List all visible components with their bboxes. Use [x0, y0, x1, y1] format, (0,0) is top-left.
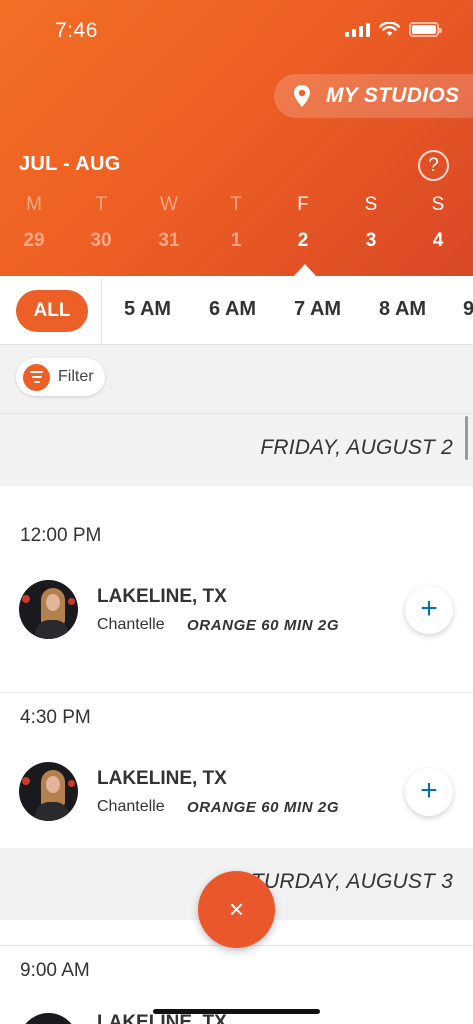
location-pin-icon [294, 85, 310, 107]
month-range: JUL - AUG [19, 153, 121, 175]
day-thu-1[interactable]: T1 [216, 193, 256, 252]
wifi-icon [379, 22, 400, 36]
schedule-header: 7:46 MY STUDIOS › JUL - AUG ? M29 T30 [0, 0, 473, 276]
class-name: ORANGE 60 MIN 2G [187, 799, 340, 816]
day-sun-4[interactable]: S4 [418, 193, 458, 252]
home-indicator [153, 1009, 320, 1014]
my-studios-button[interactable]: MY STUDIOS › [274, 74, 473, 118]
instructor-name: Chantelle [97, 798, 165, 815]
day-mon-29[interactable]: M 29 [14, 193, 54, 252]
filter-button[interactable]: Filter [16, 358, 105, 396]
battery-icon [409, 22, 442, 37]
filter-icon [23, 363, 50, 391]
class-row[interactable]: LAKELINE, TX Chantelle ORANGE 60 MIN 2G … [0, 762, 473, 842]
tab-5am[interactable]: 5 AM [124, 298, 171, 321]
instructor-avatar [19, 580, 78, 639]
close-icon: × [228, 894, 245, 924]
instructor-avatar [19, 1013, 78, 1024]
close-fab-button[interactable]: × [198, 871, 275, 948]
studio-name: LAKELINE, TX [97, 586, 227, 607]
tab-7am[interactable]: 7 AM [294, 298, 341, 321]
class-row[interactable]: LAKELINE, TX Chantelle ORANGE 60 MIN 2G … [0, 580, 473, 660]
tab-6am[interactable]: 6 AM [209, 298, 256, 321]
class-name: ORANGE 60 MIN 2G [187, 617, 340, 634]
instructor-avatar [19, 762, 78, 821]
day-header-friday: FRIDAY, AUGUST 2 [0, 414, 473, 486]
status-time: 7:46 [55, 19, 98, 42]
plus-icon: + [420, 592, 438, 625]
signal-icon [345, 22, 370, 37]
filter-label: Filter [58, 368, 94, 385]
tab-8am[interactable]: 8 AM [379, 298, 426, 321]
instructor-name: Chantelle [97, 616, 165, 633]
tabs-divider [101, 278, 102, 345]
my-studios-label: MY STUDIOS [326, 84, 460, 107]
help-icon[interactable]: ? [418, 150, 449, 181]
day-sat-3[interactable]: S3 [351, 193, 391, 252]
add-class-button[interactable]: + [405, 586, 453, 634]
plus-icon: + [420, 774, 438, 807]
day-fri-2-selected[interactable]: F2 [283, 193, 323, 252]
studio-name: LAKELINE, TX [97, 768, 227, 789]
day-wed-31[interactable]: W 31 [149, 193, 189, 252]
row-divider [0, 692, 473, 693]
selected-day-caret [294, 264, 316, 276]
slot-time: 4:30 PM [20, 707, 91, 728]
day-tue-30[interactable]: T 30 [81, 193, 121, 252]
scrollbar[interactable] [465, 416, 468, 460]
slot-time: 9:00 AM [20, 960, 90, 981]
tab-9am[interactable]: 9 [463, 298, 473, 321]
time-filter-tabs: ALL 5 AM 6 AM 7 AM 8 AM 9 [0, 276, 473, 345]
filter-bar: Filter [0, 346, 473, 414]
status-icons [345, 22, 442, 37]
status-bar: 7:46 [0, 0, 473, 60]
add-class-button[interactable]: + [405, 768, 453, 816]
day-header-text: FRIDAY, AUGUST 2 [260, 436, 453, 459]
slot-time: 12:00 PM [20, 525, 102, 546]
week-day-picker: M 29 T 30 W 31 T1 F2 S3 S4 [0, 193, 473, 263]
tab-all[interactable]: ALL [16, 290, 88, 332]
